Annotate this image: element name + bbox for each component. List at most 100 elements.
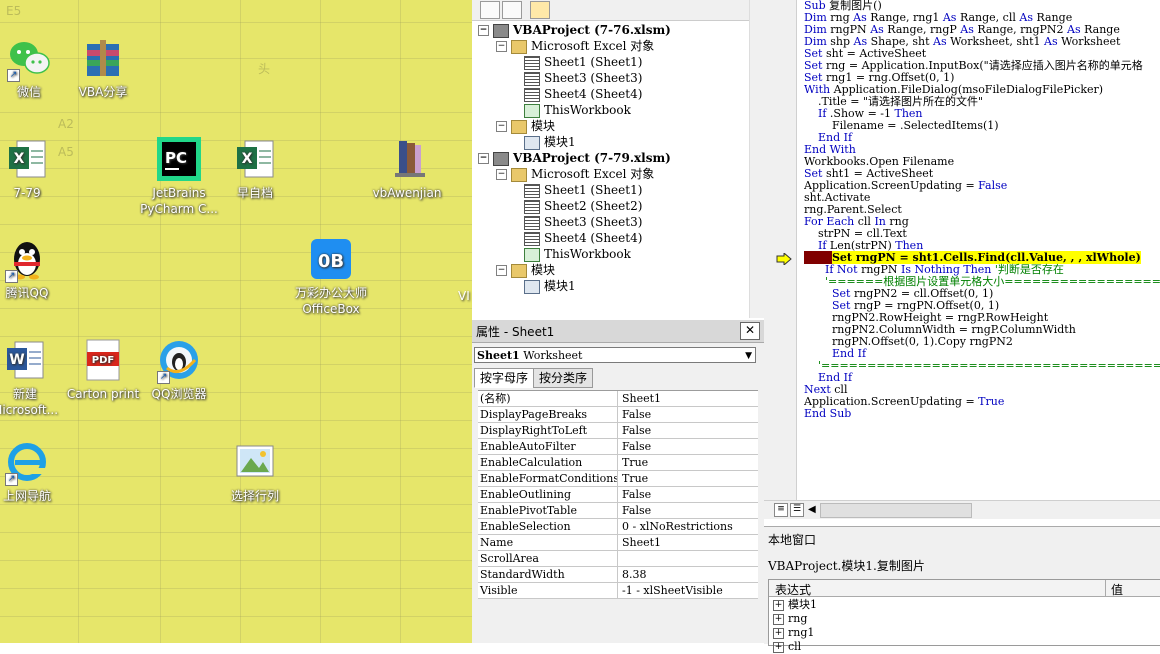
column-divider[interactable] <box>1105 580 1106 596</box>
expand-toggle-icon[interactable]: + <box>773 613 784 625</box>
scroll-left-icon[interactable]: ◀ <box>808 504 816 515</box>
code-line[interactable]: Application.ScreenUpdating = True <box>804 396 1160 408</box>
tree-node-p1[interactable]: − VBAProject (7-76.xlsm) <box>478 22 671 38</box>
tree-node-p1wb[interactable]: ThisWorkbook <box>524 102 631 118</box>
desktop-icon-choose-rows-cols[interactable]: 选择行列 <box>214 440 296 504</box>
locals-row[interactable]: + 模块1 <box>773 598 817 612</box>
desktop-icon-vbawenjian[interactable]: vbAwenjian <box>366 137 448 201</box>
property-row[interactable]: DisplayRightToLeft False <box>478 423 758 439</box>
procedure-view-icon[interactable]: ≡ <box>774 503 788 517</box>
property-value[interactable]: False <box>620 407 651 422</box>
tree-node-p1m1[interactable]: 模块1 <box>524 134 576 150</box>
tree-node-p2f1[interactable]: − Microsoft Excel 对象 <box>496 166 654 182</box>
locals-row[interactable]: + rng <box>773 612 807 626</box>
tree-node-p1s1[interactable]: Sheet1 (Sheet1) <box>524 54 642 70</box>
collapse-toggle-icon[interactable]: − <box>496 41 507 52</box>
desktop-icon-qq[interactable]: ↗ 腾讯QQ <box>0 237 68 301</box>
property-row[interactable]: EnableAutoFilter False <box>478 439 758 455</box>
expand-toggle-icon[interactable]: + <box>773 627 784 639</box>
expand-toggle-icon[interactable]: + <box>773 599 784 611</box>
property-row[interactable]: ScrollArea <box>478 551 758 567</box>
tab-categorized[interactable]: 按分类序 <box>533 368 594 388</box>
property-value[interactable]: False <box>620 503 651 518</box>
code-line[interactable]: '=======================================… <box>804 360 1160 372</box>
collapse-toggle-icon[interactable]: − <box>496 169 507 180</box>
collapse-toggle-icon[interactable]: − <box>496 121 507 132</box>
worksheet-icon <box>524 231 540 246</box>
tree-node-p1s4[interactable]: Sheet4 (Sheet4) <box>524 86 642 102</box>
chevron-down-icon[interactable]: ▼ <box>745 348 752 364</box>
tree-node-p2s2[interactable]: Sheet2 (Sheet2) <box>524 198 642 214</box>
code-margin[interactable] <box>764 0 797 500</box>
property-value[interactable]: False <box>620 439 651 454</box>
property-value[interactable]: Sheet1 <box>620 391 661 406</box>
tab-alphabetic[interactable]: 按字母序 <box>474 368 535 388</box>
desktop-icon-daoda[interactable]: X 早自档 <box>214 137 296 201</box>
scroll-thumb[interactable] <box>820 503 972 518</box>
property-row[interactable]: Visible -1 - xlSheetVisible <box>478 583 758 599</box>
tree-node-p2f2[interactable]: − 模块 <box>496 262 555 278</box>
property-value[interactable]: False <box>620 487 651 502</box>
tree-node-p1f1[interactable]: − Microsoft Excel 对象 <box>496 38 654 54</box>
object-selector[interactable]: Sheet1 Worksheet ▼ <box>474 347 756 363</box>
code-editor[interactable]: Sub 复制图片() Dim rng As Range, rng1 As Rang… <box>804 0 1160 500</box>
desktop-icon-qq-browser[interactable]: ↗ QQ浏览器 <box>138 338 220 402</box>
property-row[interactable]: DisplayPageBreaks False <box>478 407 758 423</box>
code-token: End Sub <box>804 407 852 420</box>
close-button[interactable]: ✕ <box>740 322 760 340</box>
code-line[interactable]: Filename = .SelectedItems(1) <box>804 120 1160 132</box>
code-line[interactable]: End If <box>804 132 1160 144</box>
collapse-toggle-icon[interactable]: − <box>478 153 489 164</box>
column-header-expression[interactable]: 表达式 <box>775 581 811 598</box>
desktop-icon-vba-share[interactable]: VBA分享 <box>62 36 144 100</box>
property-value[interactable]: False <box>620 423 651 438</box>
project-scrollbar[interactable] <box>749 0 764 318</box>
locals-row[interactable]: + cll <box>773 640 801 654</box>
tree-node-p1f2[interactable]: − 模块 <box>496 118 555 134</box>
expand-toggle-icon[interactable]: + <box>773 641 784 653</box>
tree-node-p2wb[interactable]: ThisWorkbook <box>524 246 631 262</box>
tree-node-p2s4[interactable]: Sheet4 (Sheet4) <box>524 230 642 246</box>
code-line[interactable]: End Sub <box>804 408 1160 420</box>
desktop-icon-ie[interactable]: ↗ 上网导航 <box>0 440 68 504</box>
property-value[interactable]: True <box>620 471 648 486</box>
property-row[interactable]: EnableCalculation True <box>478 455 758 471</box>
desktop-icon-pycharm[interactable]: PC JetBrains PyCharm C... <box>138 137 220 217</box>
property-value[interactable]: Sheet1 <box>620 535 661 550</box>
tree-node-p2s3[interactable]: Sheet3 (Sheet3) <box>524 214 642 230</box>
property-row[interactable]: EnablePivotTable False <box>478 503 758 519</box>
view-object-button[interactable] <box>502 1 522 19</box>
project-explorer: − VBAProject (7-76.xlsm) − Microsoft Excel … <box>472 0 765 318</box>
tree-node-p1s3[interactable]: Sheet3 (Sheet3) <box>524 70 642 86</box>
property-value[interactable]: 8.38 <box>620 567 647 582</box>
property-row[interactable]: Name Sheet1 <box>478 535 758 551</box>
toggle-folders-button[interactable] <box>530 1 550 19</box>
tree-node-p2s1[interactable]: Sheet1 (Sheet1) <box>524 182 642 198</box>
desktop-icon-new-word[interactable]: W 新建 Microsoft... <box>0 338 66 418</box>
tree-node-p2m1[interactable]: 模块1 <box>524 278 576 294</box>
property-row[interactable]: (名称) Sheet1 <box>478 391 758 407</box>
tree-node-label: VBAProject (7-79.xlsm) <box>513 151 671 165</box>
full-module-view-icon[interactable]: ☰ <box>790 503 804 517</box>
property-value[interactable]: True <box>620 455 648 470</box>
desktop-icon-carton-print[interactable]: PDF Carton print <box>62 338 144 402</box>
desktop-icon-7-79[interactable]: X 7-79 <box>0 137 68 201</box>
code-horizontal-scrollbar[interactable]: ≡ ☰ ◀ <box>764 500 1160 519</box>
desktop-icon-officebox[interactable]: 0B 万彩办公大师 OfficeBox <box>290 237 372 317</box>
property-value[interactable]: 0 - xlNoRestrictions <box>620 519 733 534</box>
property-value[interactable]: -1 - xlSheetVisible <box>620 583 723 598</box>
worksheet-icon <box>524 215 540 230</box>
property-row[interactable]: EnableSelection 0 - xlNoRestrictions <box>478 519 758 535</box>
view-code-button[interactable] <box>480 1 500 19</box>
property-row[interactable]: StandardWidth 8.38 <box>478 567 758 583</box>
property-row[interactable]: EnableFormatConditionsC True <box>478 471 758 487</box>
collapse-toggle-icon[interactable]: − <box>478 25 489 36</box>
column-header-value[interactable]: 值 <box>1111 581 1123 598</box>
code-line[interactable]: End If <box>804 372 1160 384</box>
desktop-icon-wechat[interactable]: ↗ 微信 <box>0 36 70 100</box>
collapse-toggle-icon[interactable]: − <box>496 265 507 276</box>
property-name: EnablePivotTable <box>478 503 618 518</box>
tree-node-p2[interactable]: − VBAProject (7-79.xlsm) <box>478 150 671 166</box>
property-row[interactable]: EnableOutlining False <box>478 487 758 503</box>
locals-row[interactable]: + rng1 <box>773 626 814 640</box>
